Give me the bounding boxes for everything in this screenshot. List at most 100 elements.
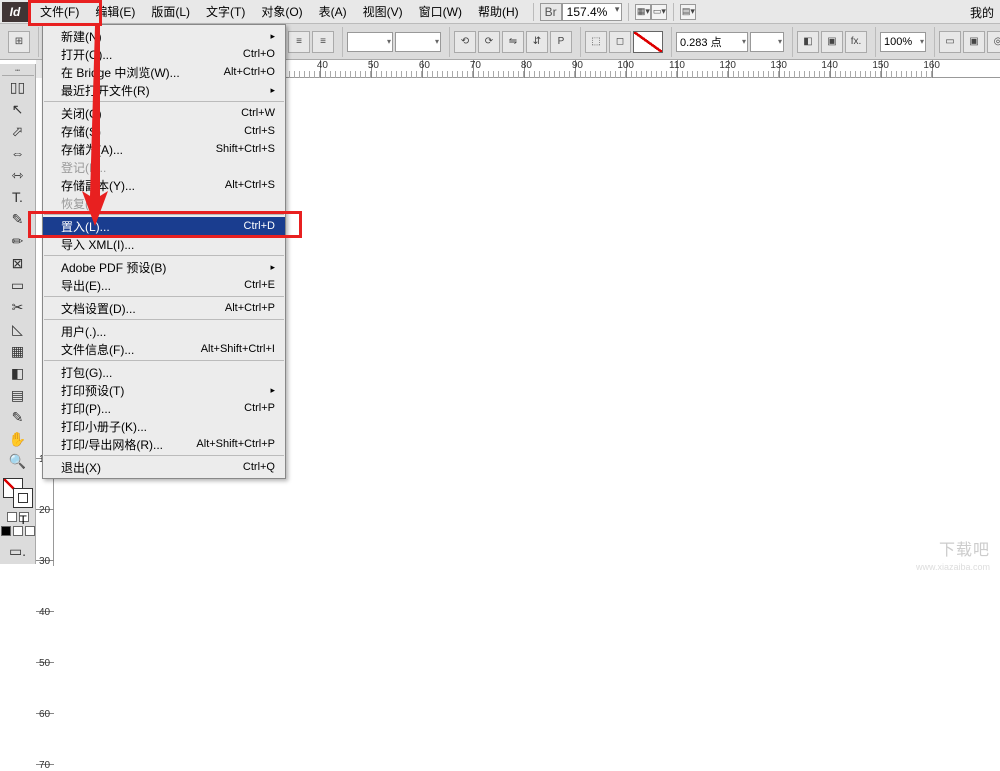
text-wrap-bbox-icon[interactable]: ▣	[963, 31, 985, 53]
text-wrap-none-icon[interactable]: ▭	[939, 31, 961, 53]
apply-gradient-icon[interactable]	[13, 526, 23, 536]
note-tool-icon[interactable]: ▤	[4, 384, 32, 406]
format-container-icon[interactable]	[7, 512, 17, 522]
leading-field[interactable]	[395, 32, 441, 52]
arrange-docs-icon[interactable]: ▤▾	[680, 4, 696, 20]
menu-item[interactable]: 置入(L)...Ctrl+D	[43, 217, 285, 235]
fx-icon[interactable]: fx.	[845, 31, 867, 53]
menu-item[interactable]: 新建(N)▸	[43, 27, 285, 45]
menubar: Id 文件(F) 编辑(E) 版面(L) 文字(T) 对象(O) 表(A) 视图…	[0, 0, 1000, 24]
reference-point-icon[interactable]: ⊞	[8, 31, 30, 53]
stroke-style-field[interactable]	[750, 32, 784, 52]
menu-item[interactable]: 在 Bridge 中浏览(W)...Alt+Ctrl+O	[43, 63, 285, 81]
screen-mode-icon[interactable]: ▭▾	[651, 4, 667, 20]
menu-layout[interactable]: 版面(L)	[143, 0, 198, 23]
fill-swatch[interactable]	[633, 31, 663, 53]
text-wrap-shape-icon[interactable]: ◎	[987, 31, 1000, 53]
menu-item[interactable]: 文档设置(D)...Alt+Ctrl+P	[43, 299, 285, 317]
menu-item[interactable]: 存储为(A)...Shift+Ctrl+S	[43, 140, 285, 158]
rotate-ccw-icon[interactable]: ⟲	[454, 31, 476, 53]
menu-item[interactable]: 关闭(C)Ctrl+W	[43, 104, 285, 122]
ruler-tick-label: 160	[923, 60, 940, 71]
menu-item-label: 恢复(V)	[61, 195, 101, 212]
stroke-weight-field[interactable]: 0.283 点	[676, 32, 748, 52]
size-field[interactable]	[347, 32, 393, 52]
gradient-swatch-icon[interactable]: ▦	[4, 340, 32, 362]
menu-item[interactable]: 存储副本(Y)...Alt+Ctrl+S	[43, 176, 285, 194]
toolbox-grip[interactable]: ┅	[2, 66, 34, 76]
ruler-tick-label: 70	[39, 760, 50, 771]
menu-item[interactable]: 用户(.)...	[43, 322, 285, 340]
toolbox: ┅ ▯▯ ↖ ⬀ ⇔ ⇿ T. ✎ ✏ ⊠ ▭ ✂ ◺ ▦ ◧ ▤ ✎ ✋ 🔍 …	[0, 64, 36, 564]
zoom-level-field[interactable]: 157.4%	[562, 3, 623, 21]
bridge-button[interactable]: Br	[540, 3, 562, 21]
zoom-tool-icon[interactable]: 🔍	[4, 450, 32, 472]
stroke-swatch-icon[interactable]	[13, 488, 33, 508]
frame-tool-icon[interactable]: ⊠	[4, 252, 32, 274]
menu-separator	[44, 255, 284, 256]
menu-item-label: 存储(S)	[61, 123, 101, 140]
flip-h-icon[interactable]: ⇋	[502, 31, 524, 53]
menu-view[interactable]: 视图(V)	[355, 0, 411, 23]
apply-none-icon[interactable]	[25, 526, 35, 536]
menu-table[interactable]: 表(A)	[311, 0, 355, 23]
menu-item: 登记(I)...	[43, 158, 285, 176]
opacity-field[interactable]: 100%	[880, 32, 926, 52]
menu-item[interactable]: 文件信息(F)...Alt+Shift+Ctrl+I	[43, 340, 285, 358]
menu-item[interactable]: 打印(P)...Ctrl+P	[43, 399, 285, 417]
pencil-tool-icon[interactable]: ✏	[4, 230, 32, 252]
rectangle-tool-icon[interactable]: ▭	[4, 274, 32, 296]
menu-edit[interactable]: 编辑(E)	[87, 0, 143, 23]
format-text-icon[interactable]: T	[19, 512, 29, 522]
view-mode-icon[interactable]: ▭.	[4, 540, 32, 562]
gradient-feather-icon[interactable]: ◧	[4, 362, 32, 384]
fill-stroke-swatch[interactable]	[3, 478, 33, 508]
transform-tool-icon[interactable]: ◺	[4, 318, 32, 340]
menu-item[interactable]: 最近打开文件(R)▸	[43, 81, 285, 99]
gap-tool-icon[interactable]: ⇿	[4, 164, 32, 186]
menu-file[interactable]: 文件(F)	[32, 0, 87, 23]
watermark-url: www.xiazaiba.com	[916, 562, 990, 572]
effects-icon[interactable]: ◧	[797, 31, 819, 53]
menu-item[interactable]: 打包(G)...	[43, 363, 285, 381]
para-style-p-icon[interactable]: P	[550, 31, 572, 53]
menu-item[interactable]: 导入 XML(I)...	[43, 235, 285, 253]
menu-shortcut: Ctrl+D	[244, 220, 275, 232]
menu-window[interactable]: 窗口(W)	[411, 0, 470, 23]
pen-tool-icon[interactable]: ✎	[4, 208, 32, 230]
menu-shortcut: Alt+Shift+Ctrl+P	[196, 438, 275, 450]
menu-shortcut: Alt+Ctrl+O	[224, 66, 275, 78]
selection-tool-icon[interactable]: ▯▯	[4, 76, 32, 98]
flip-v-icon[interactable]: ⇵	[526, 31, 548, 53]
menu-item[interactable]: 退出(X)Ctrl+Q	[43, 458, 285, 476]
scissors-tool-icon[interactable]: ✂	[4, 296, 32, 318]
direct-selection-icon[interactable]: ⬀	[4, 120, 32, 142]
menu-item[interactable]: 打印/导出网格(R)...Alt+Shift+Ctrl+P	[43, 435, 285, 453]
menu-item[interactable]: Adobe PDF 预设(B)▸	[43, 258, 285, 276]
menu-item[interactable]: 打印预设(T)▸	[43, 381, 285, 399]
select-content-icon[interactable]: ◻	[609, 31, 631, 53]
menu-item[interactable]: 打开(O)...Ctrl+O	[43, 45, 285, 63]
eyedropper-tool-icon[interactable]: ✎	[4, 406, 32, 428]
view-options-icon[interactable]: ▦▾	[635, 4, 651, 20]
menu-item[interactable]: 打印小册子(K)...	[43, 417, 285, 435]
menu-shortcut: Shift+Ctrl+S	[216, 143, 275, 155]
rotate-cw-icon[interactable]: ⟳	[478, 31, 500, 53]
hand-tool-icon[interactable]: ✋	[4, 428, 32, 450]
menu-item[interactable]: 存储(S)Ctrl+S	[43, 122, 285, 140]
menu-item[interactable]: 导出(E)...Ctrl+E	[43, 276, 285, 294]
drop-shadow-icon[interactable]: ▣	[821, 31, 843, 53]
page-tool-icon[interactable]: ⇔	[4, 142, 32, 164]
menu-type[interactable]: 文字(T)	[198, 0, 253, 23]
account-label[interactable]: 我的	[970, 4, 994, 21]
menu-item-label: 最近打开文件(R)	[61, 82, 150, 99]
ruler-tick-label: 60	[39, 709, 50, 720]
select-container-icon[interactable]: ⬚	[585, 31, 607, 53]
menu-object[interactable]: 对象(O)	[253, 0, 310, 23]
apply-color-icon[interactable]	[1, 526, 11, 536]
selection-arrow-icon[interactable]: ↖	[4, 98, 32, 120]
type-tool-icon[interactable]: T.	[4, 186, 32, 208]
align-right-icon[interactable]: ≡	[312, 31, 334, 53]
align-center-icon[interactable]: ≡	[288, 31, 310, 53]
menu-help[interactable]: 帮助(H)	[470, 0, 527, 23]
